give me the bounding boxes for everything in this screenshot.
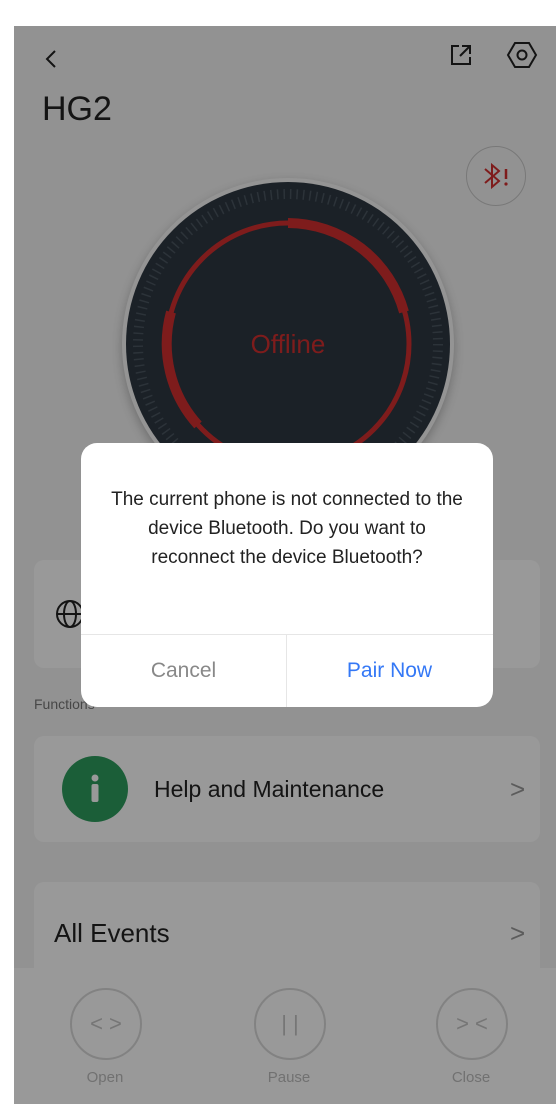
reconnect-dialog: The current phone is not connected to th… (81, 443, 493, 707)
pair-now-button[interactable]: Pair Now (287, 635, 492, 707)
app-screen: HG2 Offline Functions Help and Maintenan… (14, 26, 556, 1104)
dialog-message: The current phone is not connected to th… (111, 489, 463, 568)
cancel-button[interactable]: Cancel (81, 635, 286, 707)
